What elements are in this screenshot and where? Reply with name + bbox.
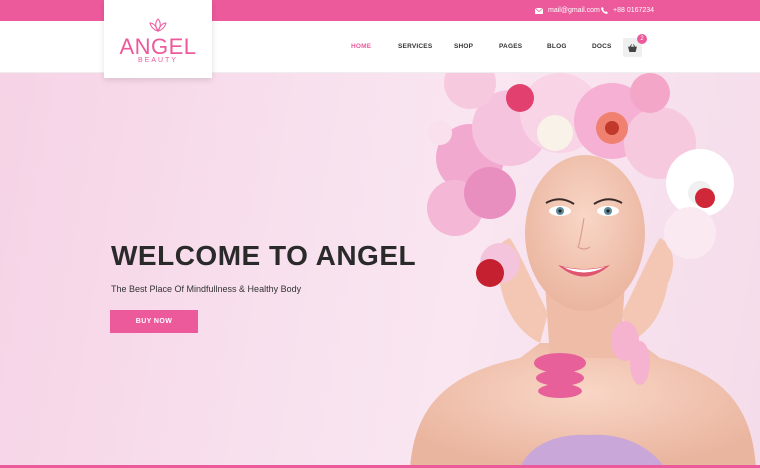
brand-tagline: BEAUTY	[137, 57, 178, 64]
phone-icon	[601, 7, 608, 14]
basket-icon	[628, 39, 637, 57]
envelope-icon	[535, 7, 543, 14]
hero-section: WELCOME TO ANGEL The Best Place Of Mindf…	[0, 73, 760, 468]
email-contact[interactable]: mail@gmail.com	[535, 0, 600, 21]
nav-pages[interactable]: PAGES	[499, 43, 522, 50]
hero-title: WELCOME TO ANGEL	[111, 240, 417, 271]
phone-contact[interactable]: +88 0167234	[601, 0, 654, 21]
email-text: mail@gmail.com	[548, 7, 600, 14]
nav-services[interactable]: SERVICES	[398, 43, 432, 50]
nav-home[interactable]: HOME	[351, 43, 371, 50]
nav-docs[interactable]: DOCS	[592, 43, 612, 50]
phone-text: +88 0167234	[613, 7, 655, 14]
nav-blog[interactable]: BLOG	[547, 43, 567, 50]
buy-now-button[interactable]: BUY NOW	[110, 310, 198, 333]
brand-name: ANGEL	[119, 34, 197, 59]
hero-subtitle: The Best Place Of Mindfullness & Healthy…	[111, 284, 302, 294]
logo[interactable]: ANGEL BEAUTY	[104, 0, 212, 78]
cart-count-badge: 2	[637, 34, 647, 44]
nav-shop[interactable]: SHOP	[454, 43, 473, 50]
